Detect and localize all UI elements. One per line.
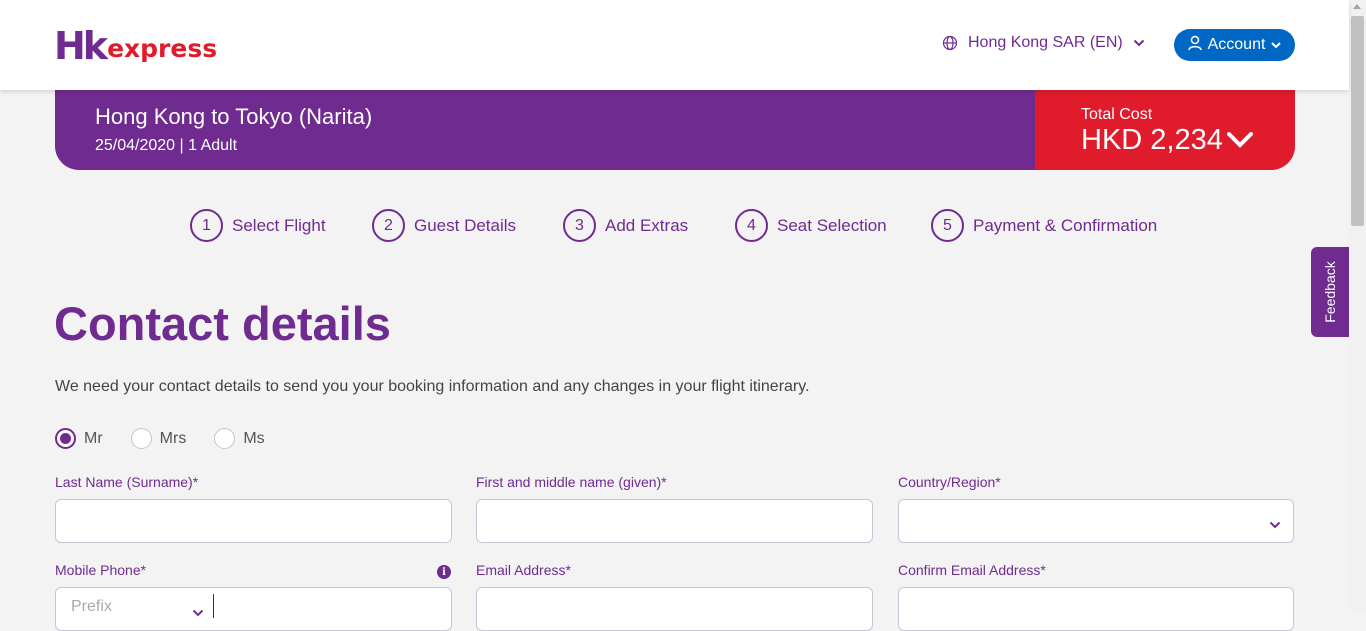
radio-ms[interactable]: Ms: [214, 428, 265, 449]
last-name-input[interactable]: [56, 500, 451, 542]
radio-circle[interactable]: [55, 428, 76, 449]
country-select[interactable]: [898, 499, 1294, 543]
step-label: Seat Selection: [777, 215, 887, 235]
step-label: Payment & Confirmation: [973, 215, 1158, 235]
last-name-field[interactable]: [55, 499, 452, 543]
prefix-divider: [213, 594, 214, 618]
booking-summary-banner: Hong Kong to Tokyo (Narita) 25/04/2020 |…: [55, 90, 1295, 170]
contact-description: We need your contact details to send you…: [55, 378, 810, 395]
radio-label: Ms: [243, 429, 265, 447]
first-name-field[interactable]: [476, 499, 873, 543]
mobile-phone-field[interactable]: Prefix: [55, 587, 452, 631]
account-label: Account: [1207, 36, 1266, 53]
step-payment-confirmation[interactable]: 5 Payment & Confirmation: [931, 209, 1157, 242]
step-number: 5: [931, 209, 964, 242]
feedback-tab[interactable]: Feedback: [1311, 247, 1349, 337]
page-scrollbar[interactable]: [1349, 0, 1366, 613]
mobile-phone-label: Mobile Phone*: [55, 562, 147, 578]
step-add-extras[interactable]: 3 Add Extras: [563, 209, 688, 242]
page-title: Contact details: [54, 297, 391, 350]
confirm-email-field[interactable]: [898, 587, 1294, 631]
step-number: 4: [735, 209, 768, 242]
feedback-label: Feedback: [1322, 261, 1338, 323]
title-radio-group: Mr Mrs Ms: [55, 428, 293, 449]
radio-mr[interactable]: Mr: [55, 428, 103, 449]
chevron-down-icon[interactable]: [1227, 132, 1253, 153]
phone-prefix-select[interactable]: Prefix: [71, 598, 112, 616]
email-input[interactable]: [477, 588, 872, 630]
first-name-input[interactable]: [477, 500, 872, 542]
step-seat-selection[interactable]: 4 Seat Selection: [735, 209, 887, 242]
site-header: Hk express Hong Kong SAR (EN) Account: [0, 0, 1349, 90]
total-cost-panel[interactable]: Total Cost HKD 2,234: [1035, 90, 1295, 170]
total-cost-value: HKD 2,234: [1081, 124, 1223, 156]
scrollbar-thumb[interactable]: [1351, 16, 1364, 226]
step-number: 3: [563, 209, 596, 242]
info-icon[interactable]: i: [437, 565, 451, 579]
confirm-email-input[interactable]: [899, 588, 1293, 630]
logo-hk: Hk: [54, 24, 108, 68]
total-cost-label: Total Cost: [1081, 106, 1153, 123]
radio-circle[interactable]: [214, 428, 236, 449]
hk-express-logo[interactable]: Hk express: [54, 24, 218, 68]
radio-mrs[interactable]: Mrs: [130, 428, 187, 449]
step-select-flight[interactable]: 1 Select Flight: [190, 209, 326, 242]
booking-progress-steps: 1 Select Flight 2 Guest Details 3 Add Ex…: [0, 209, 1349, 243]
radio-label: Mr: [84, 429, 103, 447]
confirm-email-label: Confirm Email Address*: [898, 562, 1046, 578]
globe-icon: [942, 35, 958, 51]
step-label: Add Extras: [605, 215, 689, 235]
step-label: Select Flight: [232, 215, 326, 235]
last-name-label: Last Name (Surname)*: [55, 474, 199, 490]
locale-selector[interactable]: Hong Kong SAR (EN): [942, 34, 1145, 52]
step-label: Guest Details: [414, 215, 517, 235]
step-number: 2: [372, 209, 405, 242]
locale-label: Hong Kong SAR (EN): [968, 34, 1123, 51]
country-label: Country/Region*: [898, 474, 1001, 490]
step-guest-details[interactable]: 2 Guest Details: [372, 209, 516, 242]
chevron-down-icon: [1271, 36, 1282, 54]
account-button[interactable]: Account: [1174, 29, 1295, 61]
user-icon: [1187, 35, 1202, 56]
first-name-label: First and middle name (given)*: [476, 474, 667, 490]
route-title: Hong Kong to Tokyo (Narita): [95, 104, 373, 129]
email-field[interactable]: [476, 587, 873, 631]
step-number: 1: [190, 209, 223, 242]
email-label: Email Address*: [476, 562, 571, 578]
chevron-down-icon: [1133, 39, 1145, 47]
chevron-down-icon: [1269, 516, 1281, 534]
scroll-up-arrow-icon[interactable]: [1353, 4, 1361, 9]
booking-date-passengers: 25/04/2020 | 1 Adult: [95, 137, 238, 154]
radio-label: Mrs: [159, 429, 187, 447]
radio-circle[interactable]: [130, 428, 152, 449]
logo-express: express: [107, 34, 218, 63]
chevron-down-icon: [192, 604, 204, 622]
